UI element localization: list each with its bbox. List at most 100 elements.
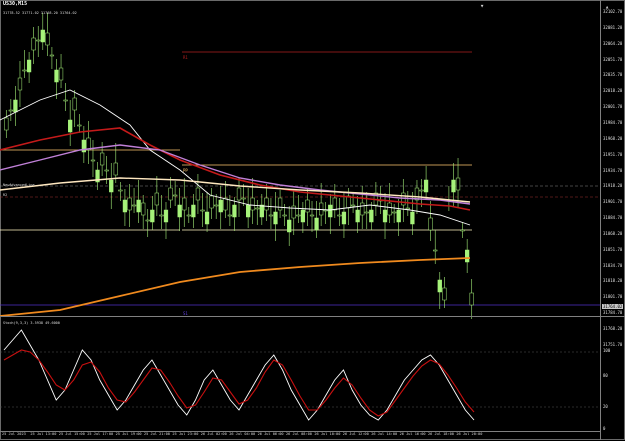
candle-body <box>68 119 73 133</box>
time-axis-label: 26 Jul 06:00 <box>257 432 284 436</box>
candle-body <box>346 195 351 209</box>
price-axis-label: 32001.70 <box>603 104 623 110</box>
price-chart[interactable] <box>0 0 600 440</box>
candle-body <box>223 197 228 211</box>
candle-body <box>218 199 223 213</box>
price-axis-label: 31751.70 <box>603 341 623 347</box>
candle-body <box>17 77 23 91</box>
candle-body <box>172 194 178 197</box>
candle-body <box>131 204 137 207</box>
candle-body <box>104 169 109 172</box>
candle-body <box>465 249 470 263</box>
osc-level-100: 100 <box>603 348 611 353</box>
time-axis-label: 26 Jul 14:00 <box>371 432 398 436</box>
candle-body <box>264 197 269 211</box>
left-level-label-1: NewAdvancedLine <box>3 183 35 187</box>
candle-body <box>250 197 255 211</box>
candle-body <box>45 32 50 46</box>
price-axis-label: 31918.20 <box>603 183 623 189</box>
candle-body <box>191 204 196 218</box>
price-axis-label: 31818.20 <box>603 278 623 284</box>
candle-body <box>455 177 461 191</box>
candle-body <box>182 197 187 211</box>
price-axis-label: 31968.20 <box>603 135 623 141</box>
candle-body <box>99 152 105 166</box>
price-axis-label: 32018.20 <box>603 88 623 94</box>
candle-body <box>177 204 182 218</box>
candle-body <box>209 195 214 209</box>
candle-body <box>433 249 438 252</box>
candle-body <box>364 211 369 214</box>
candle-body <box>232 204 237 218</box>
stochastic-signal-line <box>3 349 475 417</box>
price-axis-label: 31834.70 <box>603 262 623 268</box>
candle-body <box>236 187 242 201</box>
candle-body <box>136 199 141 213</box>
candle-body <box>154 192 159 206</box>
candle-body <box>200 209 205 212</box>
price-axis-label: 32051.70 <box>603 56 623 62</box>
candle-body <box>428 217 433 231</box>
candle-body <box>423 179 429 193</box>
candle-body <box>309 214 315 217</box>
chart-window[interactable]: US30,M15 31778.52 31771.02 31768.20 3176… <box>0 0 625 440</box>
price-axis-label: 31868.20 <box>603 230 623 236</box>
candle-body <box>141 202 146 216</box>
candle-body <box>90 159 96 162</box>
time-axis-label: 25 Jul 13:00 <box>30 432 57 436</box>
candle-body <box>22 69 27 72</box>
candle-body <box>369 209 374 223</box>
price-axis-label: 31901.70 <box>603 199 623 205</box>
candle-body <box>287 219 292 233</box>
candle-body <box>341 211 347 225</box>
candle-body <box>118 189 123 192</box>
candle-body <box>195 187 201 201</box>
r1-label: R1 <box>183 55 188 60</box>
candle-body <box>109 179 114 193</box>
candle-body <box>40 29 45 43</box>
candle-body <box>255 207 260 210</box>
candle-body <box>273 211 278 225</box>
candle-body <box>350 204 356 207</box>
price-axis-label: 31801.70 <box>603 294 623 300</box>
candle-body <box>305 199 310 213</box>
time-axis-label: 26 Jul 18:00 <box>428 432 454 436</box>
candle-body <box>145 219 150 222</box>
osc-level-0: 0 <box>603 426 606 431</box>
candle-body <box>168 187 173 201</box>
price-axis-label: 31984.70 <box>603 119 623 125</box>
price-axis-label: 31934.70 <box>603 167 623 173</box>
candle-body <box>49 54 55 57</box>
price-axis-label: 31884.70 <box>603 215 623 221</box>
candle-body <box>186 214 191 217</box>
candle-body <box>127 197 132 211</box>
candle-body <box>26 59 32 73</box>
osc-level-20: 20 <box>603 404 608 409</box>
candle-body <box>296 214 301 217</box>
time-axis-label: 25 Jul 17:00 <box>87 432 114 436</box>
candle-body <box>4 117 9 131</box>
current-price-badge: 31764.02 <box>602 304 624 309</box>
time-axis-label: 26 Jul 12:00 <box>342 432 369 436</box>
time-axis-label: 25 Jul 2023 <box>2 432 26 436</box>
candle-body <box>36 39 41 42</box>
candle-body <box>337 214 342 217</box>
pane-separator[interactable] <box>0 316 625 317</box>
candle-body <box>204 211 210 225</box>
scroll-up-icon[interactable]: ▴ <box>605 4 609 11</box>
candle-body <box>392 211 397 214</box>
candle-body <box>442 287 447 301</box>
price-axis-label: 31951.70 <box>603 151 623 157</box>
candle-body <box>268 214 274 217</box>
candle-body <box>13 99 18 113</box>
candle-body <box>122 199 128 213</box>
candle-body <box>8 109 13 112</box>
time-axis-label: 26 Jul 20:00 <box>456 432 483 436</box>
candle-body <box>396 209 401 223</box>
chart-shift-marker-icon[interactable]: ▾ <box>480 3 484 10</box>
stochastic-main-line <box>3 329 475 421</box>
candle-body <box>245 204 251 218</box>
candle-body <box>355 209 360 223</box>
osc-level-80: 80 <box>603 373 608 378</box>
time-axis-label: 26 Jul 10:00 <box>314 432 341 436</box>
